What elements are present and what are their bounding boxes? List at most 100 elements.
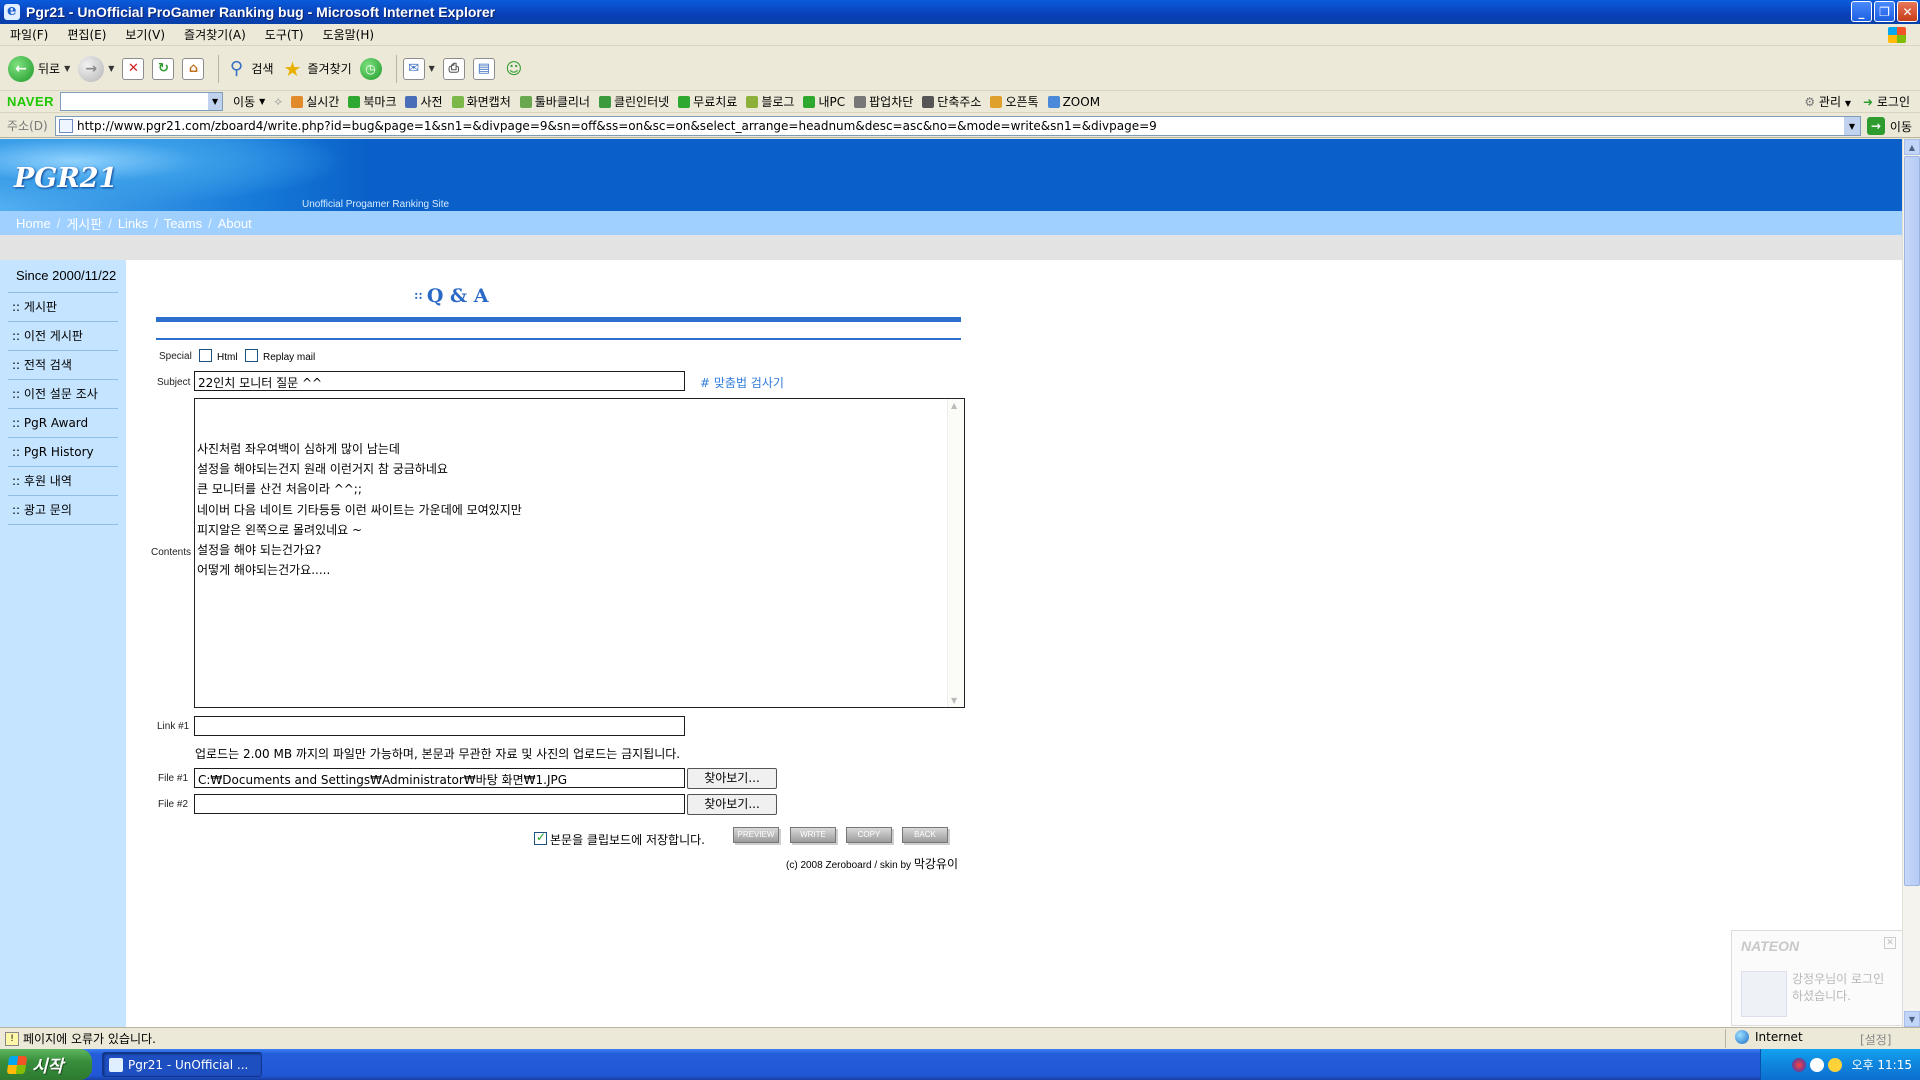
- naver-item-12[interactable]: ZOOM: [1047, 95, 1100, 109]
- file2-browse-button[interactable]: 찾아보기...: [687, 794, 777, 815]
- naver-item-6[interactable]: 무료치료: [678, 93, 737, 110]
- nav-board[interactable]: 게시판: [66, 214, 102, 233]
- menu-view[interactable]: 보기(V): [115, 26, 174, 43]
- menu-file[interactable]: 파일(F): [0, 26, 57, 43]
- copy-button[interactable]: COPY: [846, 827, 892, 843]
- network-icon[interactable]: [1809, 1057, 1824, 1072]
- naver-item-3[interactable]: 화면캡처: [451, 93, 511, 110]
- nav-teams[interactable]: Teams: [164, 216, 202, 231]
- messenger-button[interactable]: ☺: [503, 58, 525, 80]
- naver-logo[interactable]: NAVER: [7, 94, 54, 109]
- login-button[interactable]: ➜ 로그인: [1863, 93, 1910, 110]
- naver-item-9[interactable]: 팝업차단: [854, 93, 913, 110]
- zone-setting[interactable]: [설정]: [1860, 1031, 1891, 1048]
- sidebar-item-record-search[interactable]: :: 전적 검색: [8, 351, 118, 380]
- forward-button[interactable]: → ▼: [78, 55, 114, 82]
- clipboard-checkbox[interactable]: [534, 830, 547, 845]
- ime-icon[interactable]: [1791, 1057, 1806, 1072]
- naver-item-4[interactable]: 툴바클리너: [519, 93, 590, 110]
- naver-item-5[interactable]: 클린인터넷: [598, 93, 669, 110]
- refresh-button[interactable]: ↻: [152, 57, 175, 80]
- manage-button[interactable]: ⚙ 관리 ▼: [1804, 93, 1851, 110]
- mail-button[interactable]: ✉ ▼: [402, 57, 435, 80]
- popup-icon: [854, 95, 867, 108]
- nav-about[interactable]: About: [218, 216, 252, 231]
- naver-item-10[interactable]: 단축주소: [922, 93, 981, 110]
- sidebar-item-ad-inquiry[interactable]: :: 광고 문의: [8, 496, 118, 525]
- html-checkbox[interactable]: [199, 349, 212, 362]
- chevron-down-icon[interactable]: ▼: [1844, 117, 1860, 135]
- menu-help[interactable]: 도움말(H): [313, 26, 384, 43]
- back-form-button[interactable]: BACK: [902, 827, 948, 843]
- naver-item-11[interactable]: 오픈톡: [990, 93, 1039, 110]
- search-button[interactable]: ⚲ 검색: [225, 58, 274, 80]
- minimize-button[interactable]: _: [1851, 1, 1872, 22]
- globe-icon: [1735, 1030, 1749, 1044]
- nav-links[interactable]: Links: [118, 216, 148, 231]
- taskbar-item-ie[interactable]: Pgr21 - UnOfficial ...: [102, 1052, 262, 1077]
- menu-tools[interactable]: 도구(T): [255, 26, 313, 43]
- special-label: Special: [159, 351, 192, 362]
- close-button[interactable]: ✕: [1897, 1, 1918, 22]
- contents-textarea[interactable]: 사진처럼 좌우여백이 심하게 많이 남는데 설정을 해야되는건지 원래 이런거지…: [194, 398, 965, 708]
- sidebar-item-old-survey[interactable]: :: 이전 설문 조사: [8, 380, 118, 409]
- chevron-down-icon[interactable]: ▼: [64, 64, 70, 73]
- back-button[interactable]: ← 뒤로 ▼: [8, 55, 70, 82]
- subject-input[interactable]: 22인치 모니터 질문 ^^: [194, 371, 685, 391]
- stop-button[interactable]: ✕: [122, 57, 145, 80]
- scroll-down-icon[interactable]: ▼: [951, 696, 957, 705]
- home-button[interactable]: ⌂: [182, 57, 205, 80]
- favorites-button[interactable]: ★ 즐겨찾기: [282, 57, 352, 81]
- naver-item-1[interactable]: 북마크: [348, 93, 396, 110]
- scroll-up-icon[interactable]: ▲: [951, 401, 957, 410]
- pc-icon: [803, 95, 816, 108]
- sidebar-item-pgr-history[interactable]: :: PgR History: [8, 438, 118, 467]
- scroll-up-icon[interactable]: ▲: [1904, 139, 1920, 155]
- naver-go-label: 이동: [233, 95, 256, 109]
- address-go-button[interactable]: → 이동: [1866, 117, 1912, 135]
- preview-button[interactable]: PREVIEW: [733, 827, 779, 843]
- sidebar-item-pgr-award[interactable]: :: PgR Award: [8, 409, 118, 438]
- messenger-tray-icon[interactable]: [1827, 1057, 1842, 1072]
- maximize-button[interactable]: ❐: [1874, 1, 1895, 22]
- naver-item-2[interactable]: 사전: [405, 93, 443, 110]
- file1-input[interactable]: C:₩Documents and Settings₩Administrator₩…: [194, 768, 685, 788]
- link1-input[interactable]: [194, 716, 685, 736]
- chevron-down-icon[interactable]: ▼: [429, 64, 435, 73]
- header-divider: [0, 235, 1902, 260]
- page-scrollbar[interactable]: ▲ ▼: [1902, 139, 1920, 1027]
- start-button[interactable]: 시작: [0, 1049, 92, 1080]
- sidebar-item-donations[interactable]: :: 후원 내역: [8, 467, 118, 496]
- naver-search-input[interactable]: ▼: [60, 92, 224, 111]
- replay-mail-checkbox[interactable]: [245, 349, 258, 362]
- naver-item-0[interactable]: 실시간: [291, 93, 339, 110]
- scroll-thumb[interactable]: [1904, 156, 1920, 886]
- menu-edit[interactable]: 편집(E): [57, 26, 115, 43]
- file2-input[interactable]: [194, 794, 685, 814]
- page-viewport: PGR21 Unofficial Progamer Ranking Site H…: [0, 139, 1902, 1027]
- talk-icon: [990, 95, 1003, 108]
- edit-button[interactable]: ▤: [472, 57, 495, 80]
- naver-go-button[interactable]: 이동 ▼: [233, 93, 265, 110]
- sidebar-item-board[interactable]: :: 게시판: [8, 293, 118, 322]
- textarea-scrollbar[interactable]: ▲ ▼: [947, 399, 964, 707]
- file1-browse-button[interactable]: 찾아보기...: [687, 768, 777, 789]
- address-input[interactable]: http://www.pgr21.com/zboard4/write.php?i…: [55, 116, 1861, 136]
- spellcheck-link[interactable]: # 맞춤법 검사기: [700, 374, 784, 391]
- status-text[interactable]: 페이지에 오류가 있습니다.: [23, 1030, 156, 1047]
- menu-favorites[interactable]: 즐겨찾기(A): [174, 26, 255, 43]
- close-icon[interactable]: ✕: [1884, 937, 1896, 949]
- sidebar-item-old-board[interactable]: :: 이전 게시판: [8, 322, 118, 351]
- nav-home[interactable]: Home: [16, 216, 51, 231]
- chevron-down-icon[interactable]: ▼: [108, 64, 114, 73]
- history-button[interactable]: ◷: [359, 57, 382, 80]
- write-button[interactable]: WRITE: [790, 827, 836, 843]
- print-button[interactable]: ⎙: [442, 57, 465, 80]
- scroll-down-icon[interactable]: ▼: [1904, 1011, 1920, 1027]
- naver-item-8[interactable]: 내PC: [803, 93, 845, 110]
- nateon-notification[interactable]: NATEON ✕ 강정우님이 로그인 하셨습니다.: [1731, 930, 1903, 1026]
- warning-icon[interactable]: !: [5, 1031, 19, 1046]
- naver-item-7[interactable]: 블로그: [746, 93, 794, 110]
- site-logo[interactable]: PGR21: [14, 163, 117, 194]
- chevron-down-icon[interactable]: ▼: [208, 93, 223, 110]
